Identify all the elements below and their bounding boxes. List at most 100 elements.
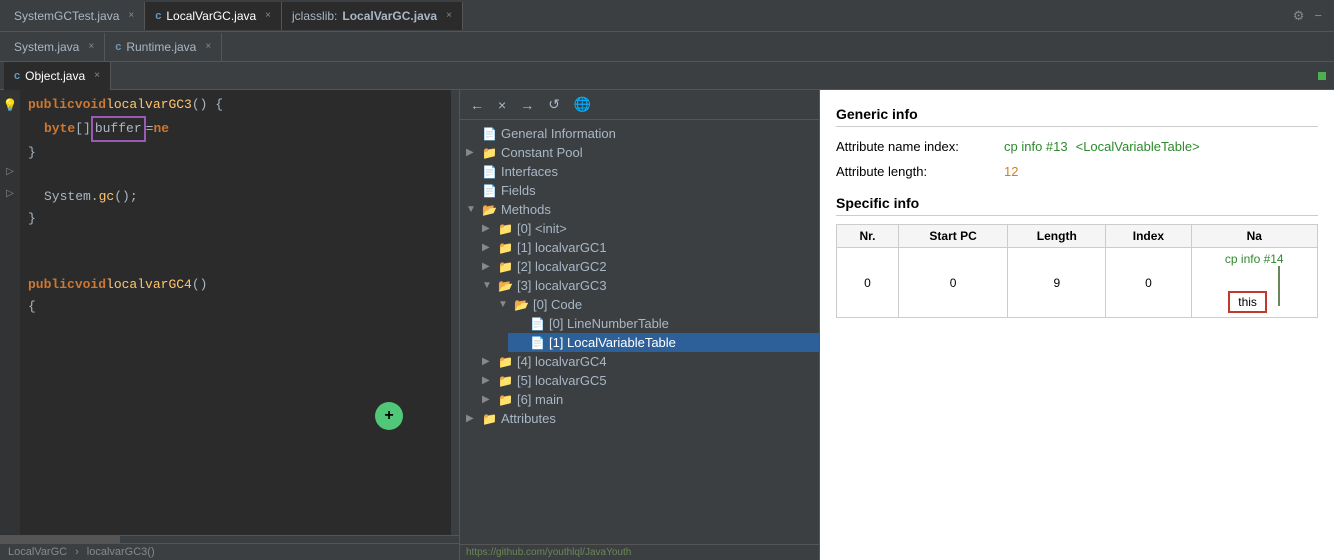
close-brace: } <box>28 142 36 164</box>
attr-length-row: Attribute length: 12 <box>836 164 1318 179</box>
expand-arrow: ▼ <box>482 280 494 291</box>
tab-close-icon[interactable]: × <box>265 10 271 21</box>
code-line-6: public void localvarGC4 () <box>20 274 451 296</box>
tab-close-icon[interactable]: × <box>128 10 134 21</box>
tree-item-linenumbertable[interactable]: 📄 [0] LineNumberTable <box>508 314 819 333</box>
tree-label: [6] main <box>517 392 563 407</box>
tab-systemgctest[interactable]: SystemGCTest.java × <box>4 2 145 30</box>
keyword-void2: void <box>75 274 106 296</box>
attr-name-detail: <LocalVariableTable> <box>1076 139 1200 154</box>
tree-item-constant-pool[interactable]: ▶ 📁 Constant Pool <box>460 143 819 162</box>
tab-object[interactable]: c Object.java × <box>4 62 111 90</box>
attr-name-link[interactable]: cp info #13 <box>1004 139 1068 154</box>
minus-icon[interactable]: − <box>1314 8 1322 23</box>
expand-arrow: ▶ <box>482 242 494 253</box>
cell-length: 9 <box>1008 248 1106 318</box>
gear-icon[interactable]: ⚙ <box>1293 8 1305 24</box>
url-bar: https://github.com/youthlql/JavaYouth <box>460 544 819 560</box>
tab-label: SystemGCTest.java <box>14 9 119 23</box>
tree-item-attributes[interactable]: ▶ 📁 Attributes <box>460 409 819 428</box>
tab-localvargc[interactable]: c LocalVarGC.java × <box>145 2 282 30</box>
tab-close-icon[interactable]: × <box>88 41 94 52</box>
breadcrumb-separator: › <box>75 546 79 558</box>
tree-item-localvargc5[interactable]: ▶ 📁 [5] localvarGC5 <box>476 371 819 390</box>
specific-info-title: Specific info <box>836 195 1318 216</box>
cell-nr: 0 <box>837 248 899 318</box>
java-icon: c <box>14 70 20 82</box>
tab-label: LocalVarGC.java <box>166 9 256 23</box>
tree-label: [3] localvarGC3 <box>517 278 607 293</box>
tree-label: [1] LocalVariableTable <box>549 335 676 350</box>
horizontal-scrollbar[interactable] <box>0 535 459 543</box>
expand-arrow: ▶ <box>482 375 494 386</box>
table-body: 0 0 9 0 cp info #14 this <box>837 248 1318 318</box>
keyword-byte: byte <box>44 118 75 140</box>
tree-item-interfaces[interactable]: 📄 Interfaces <box>460 162 819 181</box>
tab-runtime[interactable]: c Runtime.java × <box>105 33 222 61</box>
tree-item-code[interactable]: ▼ 📂 [0] Code <box>492 295 819 314</box>
tab-system[interactable]: System.java × <box>4 33 105 61</box>
col-nr: Nr. <box>837 225 899 248</box>
tree-item-localvargc3[interactable]: ▼ 📂 [3] localvarGC3 <box>476 276 819 295</box>
col-name: Na <box>1191 225 1318 248</box>
tree-panel: ← × → ↺ 🌐 📄 General Information ▶ 📁 C <box>460 90 820 560</box>
url-text[interactable]: https://github.com/youthlql/JavaYouth <box>466 547 631 558</box>
jclasslib-tab[interactable]: jclasslib: LocalVarGC.java × <box>282 2 463 30</box>
folder-open-icon: 📂 <box>498 279 513 293</box>
tree-item-main[interactable]: ▶ 📁 [6] main <box>476 390 819 409</box>
tree-item-localvargc4[interactable]: ▶ 📁 [4] localvarGC4 <box>476 352 819 371</box>
nav-back-button[interactable]: ← <box>466 95 488 115</box>
gc-parens: (); <box>114 186 137 208</box>
bulb-icon: 💡 <box>3 98 18 112</box>
tree-item-localvargc1[interactable]: ▶ 📁 [1] localvarGC1 <box>476 238 819 257</box>
tree-item-localvariabletable[interactable]: 📄 [1] LocalVariableTable <box>508 333 819 352</box>
green-indicator <box>1318 72 1326 80</box>
tab-close-icon[interactable]: × <box>205 41 211 52</box>
tree-label: [0] Code <box>533 297 582 312</box>
code-panel: 💡 ▷ ▷ public <box>0 90 460 560</box>
main-container: SystemGCTest.java × c LocalVarGC.java × … <box>0 0 1334 560</box>
green-plus-button[interactable]: + <box>375 402 403 430</box>
jclasslib-prefix: jclasslib: <box>292 9 337 23</box>
tree-item-fields[interactable]: 📄 Fields <box>460 181 819 200</box>
assign: = <box>146 118 154 140</box>
folder-open-icon: 📂 <box>482 203 497 217</box>
tree-label: Methods <box>501 202 551 217</box>
jclasslib-close-icon[interactable]: × <box>446 10 452 21</box>
folder-icon: 📁 <box>498 374 513 388</box>
folder-icon: 📁 <box>482 146 497 160</box>
expand-arrow: ▶ <box>466 413 478 424</box>
top-tab-bar: SystemGCTest.java × c LocalVarGC.java × … <box>0 0 1334 32</box>
code-line-3: } <box>20 142 451 164</box>
col-length: Length <box>1008 225 1106 248</box>
tree-item-localvargc2[interactable]: ▶ 📁 [2] localvarGC2 <box>476 257 819 276</box>
expand-arrow: ▶ <box>482 223 494 234</box>
gutter-row-arrow2: ▷ <box>6 182 14 204</box>
nav-web-button[interactable]: 🌐 <box>570 94 595 115</box>
this-value: this <box>1228 291 1267 313</box>
nav-close-button[interactable]: × <box>494 95 510 115</box>
nav-refresh-button[interactable]: ↺ <box>544 94 564 115</box>
nav-forward-button[interactable]: → <box>516 95 538 115</box>
bottom-bar: LocalVarGC › localvarGC3() <box>0 543 459 560</box>
cell-index: 0 <box>1106 248 1191 318</box>
expand-arrow: ▼ <box>498 299 510 310</box>
generic-info-title: Generic info <box>836 106 1318 127</box>
cp-info-link[interactable]: cp info #14 <box>1225 252 1284 266</box>
arrow-icon: ▷ <box>6 166 14 177</box>
tree-item-methods[interactable]: ▼ 📂 Methods <box>460 200 819 219</box>
tree-toolbar: ← × → ↺ 🌐 <box>460 90 819 120</box>
gc-method: gc <box>99 186 115 208</box>
col-start-pc: Start PC <box>898 225 1007 248</box>
gutter-row-arrow: ▷ <box>6 160 14 182</box>
table-row: 0 0 9 0 cp info #14 this <box>837 248 1318 318</box>
tree-item-init[interactable]: ▶ 📁 [0] <init> <box>476 219 819 238</box>
tree-label: [2] localvarGC2 <box>517 259 607 274</box>
cell-start-pc: 0 <box>898 248 1007 318</box>
expand-arrow: ▶ <box>466 147 478 158</box>
tab-close-icon[interactable]: × <box>94 70 100 81</box>
vertical-scrollbar[interactable] <box>451 90 459 535</box>
tab-label: Runtime.java <box>126 40 196 54</box>
tree-item-general-info[interactable]: 📄 General Information <box>460 124 819 143</box>
second-tab-bar: System.java × c Runtime.java × <box>0 32 1334 62</box>
